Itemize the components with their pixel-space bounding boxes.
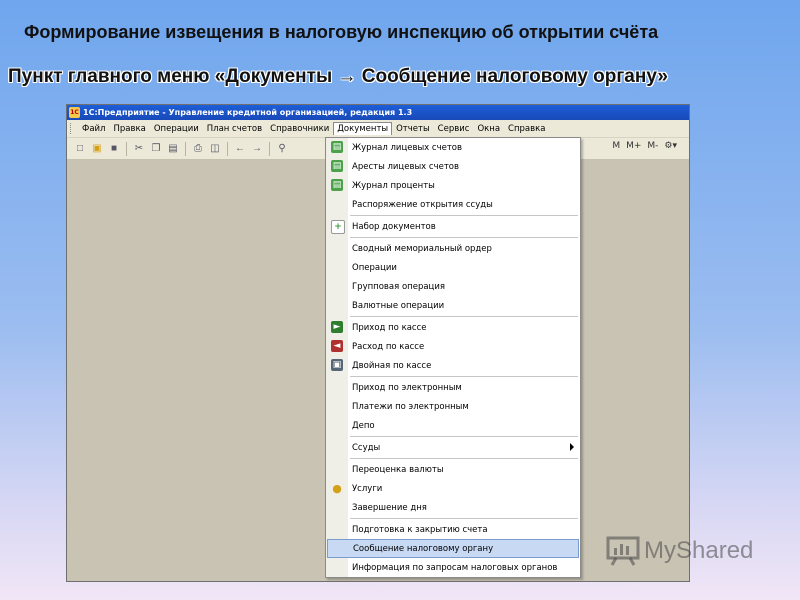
app-window: 1С 1С:Предприятие - Управление кредитной… [66,104,690,582]
menu-item-label: Информация по запросам налоговых органов [352,562,558,573]
menu-item-account-arrests[interactable]: ▤ Аресты лицевых счетов [326,157,580,176]
services-icon: ● [332,481,342,495]
slide-subtitle: Пункт главного меню «Документы → Сообщен… [8,66,668,87]
menu-windows[interactable]: Окна [473,122,504,136]
toolbar-separator [126,141,127,156]
copy-icon[interactable]: ❐ [149,142,163,156]
tools-icon[interactable]: ⚙▾ [664,141,677,151]
memory-button[interactable]: M [612,141,620,151]
presentation-board-icon [606,536,640,566]
menu-item-label: Аресты лицевых счетов [352,161,459,172]
menu-item-cash-income[interactable]: ► Приход по кассе [326,318,580,337]
cut-icon[interactable]: ✂ [132,142,146,156]
menu-documents[interactable]: Документы [333,122,393,135]
cash-out-icon: ◄ [331,340,343,352]
watermark: MyShared [606,536,753,566]
menu-edit[interactable]: Правка [109,122,149,136]
menu-item-account-journal[interactable]: ▤ Журнал лицевых счетов [326,138,580,157]
menu-item-cash-double[interactable]: ▣ Двойная по кассе [326,356,580,375]
toolbar-separator [269,141,270,156]
submenu-arrow-icon [570,443,574,451]
menu-help[interactable]: Справка [504,122,549,136]
window-title: 1С:Предприятие - Управление кредитной ор… [83,108,413,117]
search-icon[interactable]: ⚲ [275,142,289,156]
menu-item-label: Распоряжение открытия ссуды [352,199,493,210]
menu-item-label: Операции [352,262,397,273]
open-folder-icon[interactable]: ▣ [90,142,104,156]
menu-item-document-set[interactable]: + Набор документов [326,217,580,236]
menu-item-label: Приход по электронным [352,382,462,393]
print-icon[interactable]: ⎙ [191,142,205,156]
menu-item-loan-opening-order[interactable]: Распоряжение открытия ссуды [326,195,580,214]
menu-item-currency-revaluation[interactable]: Переоценка валюты [326,460,580,479]
journal-icon: ▤ [331,179,343,191]
menu-item-currency-operations[interactable]: Валютные операции [326,296,580,315]
toolbar-separator [227,141,228,156]
menu-item-label: Сообщение налоговому органу [353,543,494,554]
menu-file[interactable]: Файл [78,122,109,136]
journal-icon: ▤ [331,160,343,172]
menu-item-label: Журнал проценты [352,180,435,191]
add-document-icon: + [331,220,345,234]
menu-item-operations[interactable]: Операции [326,258,580,277]
menu-item-label: Двойная по кассе [352,360,432,371]
save-icon[interactable]: ■ [107,142,121,156]
menu-item-label: Подготовка к закрытию счета [352,524,488,535]
menu-item-label: Завершение дня [352,502,427,513]
menu-chart-of-accounts[interactable]: План счетов [203,122,266,136]
menu-reports[interactable]: Отчеты [392,122,434,136]
documents-dropdown-menu: ▤ Журнал лицевых счетов ▤ Аресты лицевых… [325,137,581,578]
preview-icon[interactable]: ◫ [208,142,222,156]
memory-plus-button[interactable]: M+ [626,141,641,151]
menu-item-label: Набор документов [352,221,436,232]
main-menubar: Файл Правка Операции План счетов Справоч… [67,120,689,138]
slide-title: Формирование извещения в налоговую инспе… [24,22,659,42]
menu-item-electronic-income[interactable]: Приход по электронным [326,378,580,397]
menu-item-tax-request-info[interactable]: Информация по запросам налоговых органов [326,558,580,577]
menu-service[interactable]: Сервис [434,122,474,136]
menu-item-services[interactable]: ● Услуги [326,479,580,498]
menu-item-label: Переоценка валюты [352,464,444,475]
menu-item-label: Журнал лицевых счетов [352,142,462,153]
menu-item-label: Приход по кассе [352,322,427,333]
menu-operations[interactable]: Операции [150,122,203,136]
forward-arrow-icon[interactable]: → [250,142,264,156]
memory-minus-button[interactable]: M- [647,141,658,151]
menu-item-tax-authority-message[interactable]: Сообщение налоговому органу [327,539,579,558]
app-logo-icon: 1С [69,107,80,118]
back-arrow-icon[interactable]: ← [233,142,247,156]
menubar-grip[interactable] [70,123,74,134]
menu-item-label: Депо [352,420,375,431]
cash-double-icon: ▣ [331,359,343,371]
menu-item-label: Групповая операция [352,281,445,292]
menu-item-depo[interactable]: Депо [326,416,580,435]
menu-item-day-end[interactable]: Завершение дня [326,498,580,517]
toolbar-separator [185,141,186,156]
menu-item-label: Ссуды [352,442,381,453]
menu-item-cash-expense[interactable]: ◄ Расход по кассе [326,337,580,356]
menu-item-loans[interactable]: Ссуды [326,438,580,457]
new-document-icon[interactable]: □ [73,142,87,156]
menu-item-label: Расход по кассе [352,341,425,352]
menu-item-electronic-payments[interactable]: Платежи по электронным [326,397,580,416]
journal-icon: ▤ [331,141,343,153]
cash-in-icon: ► [331,321,343,333]
menu-item-memorial-order[interactable]: Сводный мемориальный ордер [326,239,580,258]
menu-item-interest-journal[interactable]: ▤ Журнал проценты [326,176,580,195]
paste-icon[interactable]: ▤ [166,142,180,156]
menu-item-account-closing-prep[interactable]: Подготовка к закрытию счета [326,520,580,539]
menu-item-label: Платежи по электронным [352,401,469,412]
menu-item-label: Сводный мемориальный ордер [352,243,492,254]
window-titlebar[interactable]: 1С 1С:Предприятие - Управление кредитной… [67,105,689,120]
menu-item-label: Валютные операции [352,300,445,311]
menu-directories[interactable]: Справочники [266,122,333,136]
watermark-text: MyShared [644,537,754,564]
memory-buttons: M M+ M- ⚙▾ [612,141,677,151]
menu-item-label: Услуги [352,483,383,494]
menu-item-group-operation[interactable]: Групповая операция [326,277,580,296]
